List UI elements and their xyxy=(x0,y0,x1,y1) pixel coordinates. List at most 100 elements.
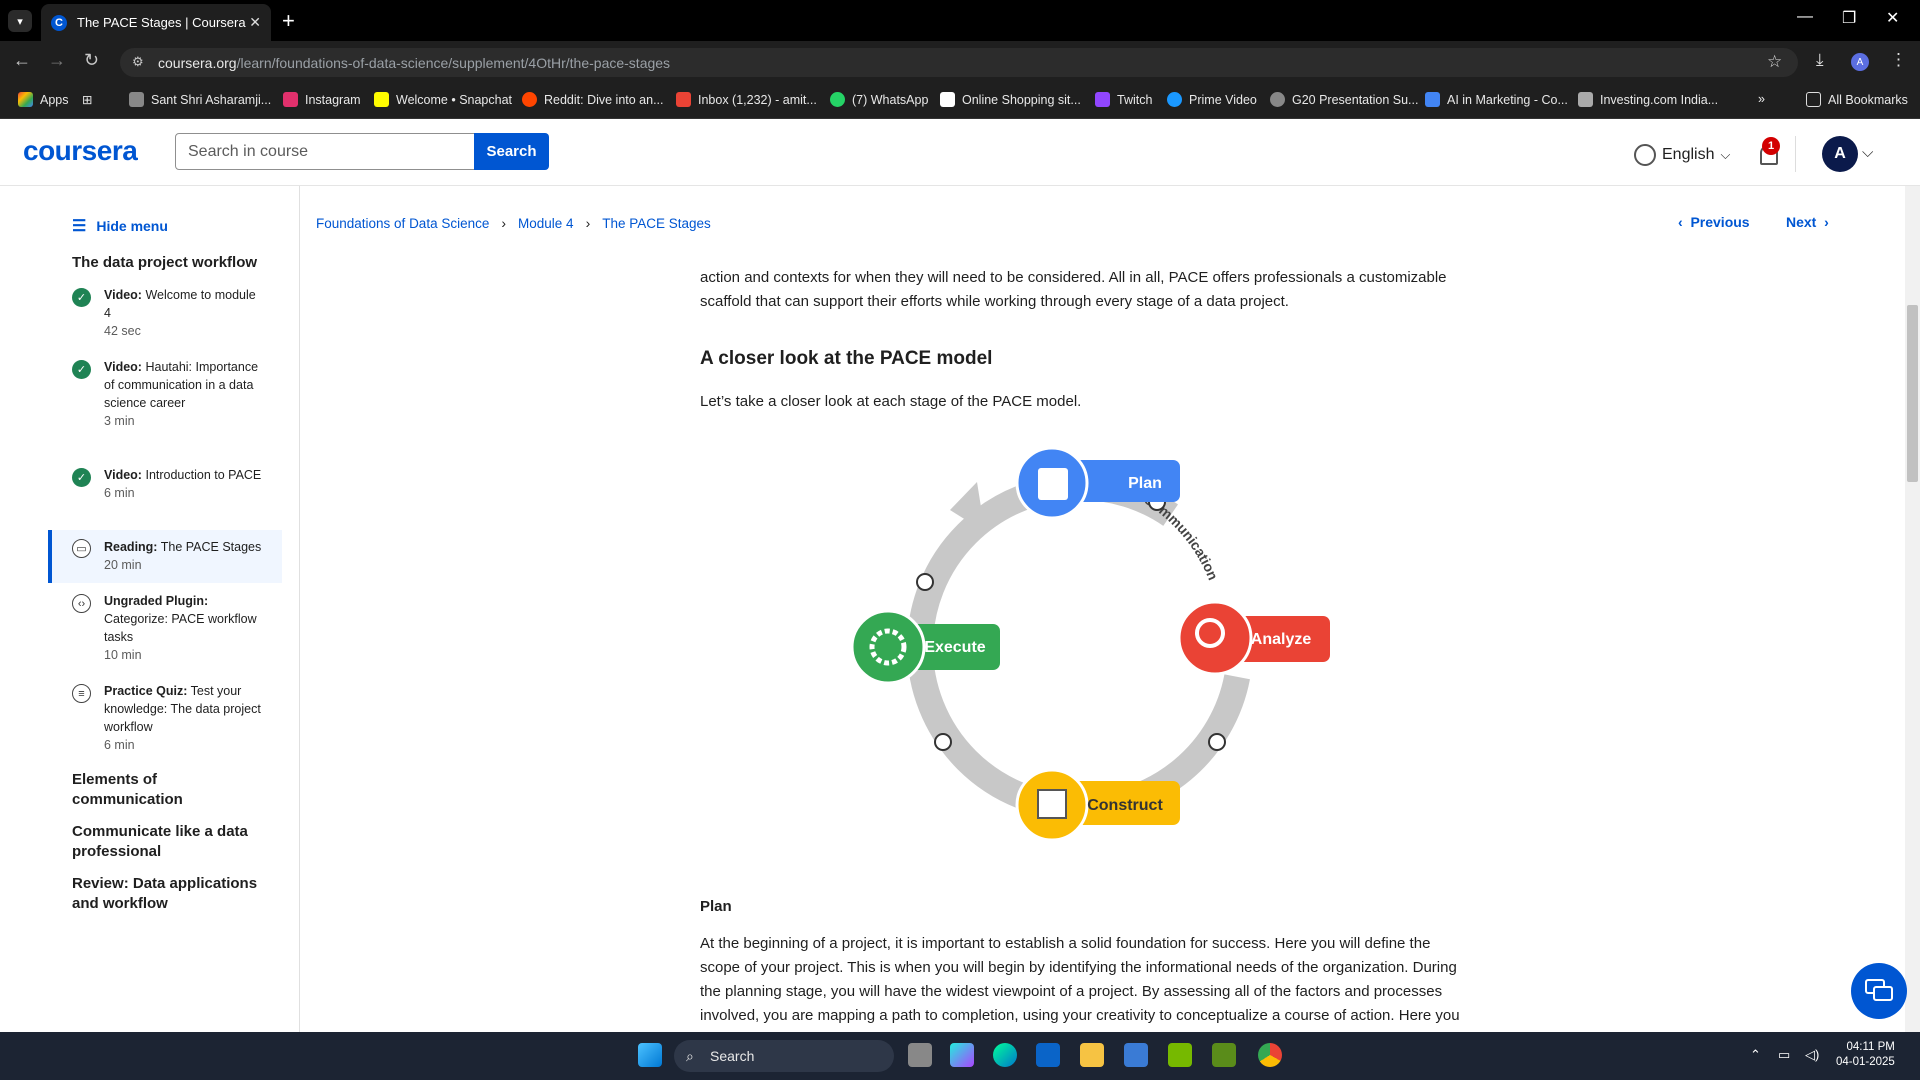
site-info-icon[interactable]: ⚙ xyxy=(132,54,144,70)
section-heading: A closer look at the PACE model xyxy=(700,348,993,369)
search-button[interactable]: Search xyxy=(474,133,549,170)
chat-icon xyxy=(1865,979,1893,1001)
bookmark-item[interactable]: Twitch xyxy=(1095,92,1152,107)
tray-chevron-icon[interactable]: ⌃ xyxy=(1750,1047,1761,1063)
analyze-stage: Analyze xyxy=(1177,600,1330,676)
user-avatar[interactable]: A xyxy=(1822,136,1858,172)
bookmark-apps[interactable]: Apps xyxy=(18,92,69,107)
divider xyxy=(1795,136,1796,172)
check-icon: ✓ xyxy=(72,288,91,307)
reload-icon[interactable]: ↻ xyxy=(84,50,99,71)
chat-button[interactable] xyxy=(1851,963,1907,1019)
bookmark-star-icon[interactable]: ☆ xyxy=(1767,52,1782,72)
bookmark-item[interactable]: Reddit: Dive into an... xyxy=(522,92,664,107)
bookmark-item[interactable]: Investing.com India... xyxy=(1578,92,1718,107)
bookmark-item[interactable]: Prime Video xyxy=(1167,92,1257,107)
scrollbar-thumb[interactable] xyxy=(1907,305,1918,482)
network-icon[interactable]: ▭ xyxy=(1778,1047,1790,1063)
section-title[interactable]: Elements of communication xyxy=(72,770,272,810)
check-icon: ✓ xyxy=(72,468,91,487)
code-icon: ‹› xyxy=(72,594,91,613)
sidebar-item-plugin[interactable]: ‹› Ungraded Plugin: Categorize: PACE wor… xyxy=(48,592,282,664)
system-clock[interactable]: 04:11 PM 04-01-2025 xyxy=(1836,1040,1895,1070)
whatsapp-icon xyxy=(830,92,845,107)
instagram-icon xyxy=(283,92,298,107)
checklist-icon xyxy=(1038,468,1068,500)
bookmark-item[interactable]: Sant Shri Asharamji... xyxy=(129,92,271,107)
language-selector[interactable]: English ⌵ xyxy=(1634,144,1730,166)
chat-bubble-icon xyxy=(1208,733,1226,751)
outlook-icon[interactable] xyxy=(1036,1043,1060,1067)
url-domain: coursera.org xyxy=(158,54,237,71)
bookmark-item[interactable]: (7) WhatsApp xyxy=(830,92,928,107)
close-window-icon[interactable]: ✕ xyxy=(1886,8,1899,28)
chrome-icon[interactable] xyxy=(1258,1043,1282,1067)
quiz-icon: ≡ xyxy=(72,684,91,703)
windows-start-icon[interactable] xyxy=(638,1043,662,1067)
close-tab-icon[interactable]: ✕ xyxy=(249,14,261,31)
section-title[interactable]: Communicate like a data professional xyxy=(72,822,272,862)
twitch-icon xyxy=(1095,92,1110,107)
next-button[interactable]: Next › xyxy=(1786,214,1829,230)
previous-button[interactable]: ‹ Previous xyxy=(1678,214,1750,230)
restore-icon[interactable]: ❐ xyxy=(1842,8,1856,28)
profile-avatar[interactable]: A xyxy=(1851,53,1869,71)
search-icon: ⌕ xyxy=(686,1047,694,1064)
check-icon: ✓ xyxy=(72,360,91,379)
bookmark-item[interactable]: Welcome • Snapchat xyxy=(374,92,512,107)
tab-search-icon[interactable]: ▾ xyxy=(8,10,32,32)
bookmark-item[interactable]: Instagram xyxy=(283,92,361,107)
address-bar[interactable]: ⚙ coursera.org/learn/foundations-of-data… xyxy=(120,48,1798,77)
sidebar-item-video[interactable]: ✓ Video: Introduction to PACE 6 min xyxy=(48,466,282,526)
section-title[interactable]: Review: Data applications and workflow xyxy=(72,874,272,914)
sidebar-item-quiz[interactable]: ≡ Practice Quiz: Test your knowledge: Th… xyxy=(48,682,282,754)
sidebar-item-reading-active[interactable]: ▭ Reading: The PACE Stages 20 min xyxy=(48,530,282,583)
gmail-icon xyxy=(676,92,691,107)
copilot-icon[interactable] xyxy=(950,1043,974,1067)
coursera-logo[interactable]: coursera xyxy=(23,135,138,167)
course-search-input[interactable] xyxy=(175,133,475,170)
pencil-icon xyxy=(1037,789,1067,819)
sidebar-item-video[interactable]: ✓ Video: Welcome to module 4 42 sec xyxy=(48,286,282,346)
book-icon: ▭ xyxy=(72,539,91,558)
sidebar-item-video[interactable]: ✓ Video: Hautahi: Importance of communic… xyxy=(48,358,282,448)
task-view-icon[interactable] xyxy=(908,1043,932,1067)
chevron-right-icon: › xyxy=(501,215,507,231)
chevron-down-icon[interactable]: ⌵ xyxy=(1862,144,1873,161)
amazon-icon xyxy=(940,92,955,107)
bookmark-item[interactable]: Online Shopping sit... xyxy=(940,92,1081,107)
file-explorer-icon[interactable] xyxy=(1080,1043,1104,1067)
download-icon[interactable]: ⤓ xyxy=(1816,50,1824,70)
bookmark-item[interactable]: Inbox (1,232) - amit... xyxy=(676,92,817,107)
folder-icon xyxy=(1806,92,1821,107)
plan-heading: Plan xyxy=(700,898,732,915)
breadcrumb-current[interactable]: The PACE Stages xyxy=(602,216,711,231)
intro-paragraph: action and contexts for when they will n… xyxy=(700,269,1447,310)
nvidia-app-icon[interactable] xyxy=(1212,1043,1236,1067)
plan-label: Plan xyxy=(1128,475,1162,492)
edge-icon[interactable] xyxy=(993,1043,1017,1067)
section-title[interactable]: The data project workflow xyxy=(72,253,272,273)
chrome-menu-icon[interactable]: ⋮ xyxy=(1890,50,1907,70)
back-icon[interactable]: ← xyxy=(13,50,31,71)
browser-tab[interactable]: C The PACE Stages | Coursera ✕ xyxy=(41,4,271,41)
minimize-icon[interactable]: — xyxy=(1797,8,1813,26)
url-path: /learn/foundations-of-data-science/suppl… xyxy=(236,54,671,71)
breadcrumb-module[interactable]: Module 4 xyxy=(518,216,574,231)
new-tab-button[interactable]: + xyxy=(282,8,295,34)
reddit-icon xyxy=(522,92,537,107)
bookmark-item[interactable]: G20 Presentation Su... xyxy=(1270,92,1418,107)
breadcrumb-course[interactable]: Foundations of Data Science xyxy=(316,216,489,231)
volume-icon[interactable]: ◁) xyxy=(1805,1047,1819,1063)
all-bookmarks[interactable]: All Bookmarks xyxy=(1806,92,1908,107)
nvidia-icon[interactable] xyxy=(1168,1043,1192,1067)
chevron-right-icon: › xyxy=(585,215,591,231)
bookmark-item[interactable]: AI in Marketing - Co... xyxy=(1425,92,1568,107)
hide-menu-button[interactable]: ☰ Hide menu xyxy=(72,216,168,236)
more-bookmarks-icon[interactable]: » xyxy=(1758,92,1765,106)
forward-icon[interactable]: → xyxy=(48,50,66,71)
taskbar-search[interactable]: ⌕ Search xyxy=(674,1040,894,1072)
chevron-right-icon: › xyxy=(1824,214,1829,230)
store-icon[interactable] xyxy=(1124,1043,1148,1067)
grid-icon[interactable]: ⊞ xyxy=(82,92,92,107)
